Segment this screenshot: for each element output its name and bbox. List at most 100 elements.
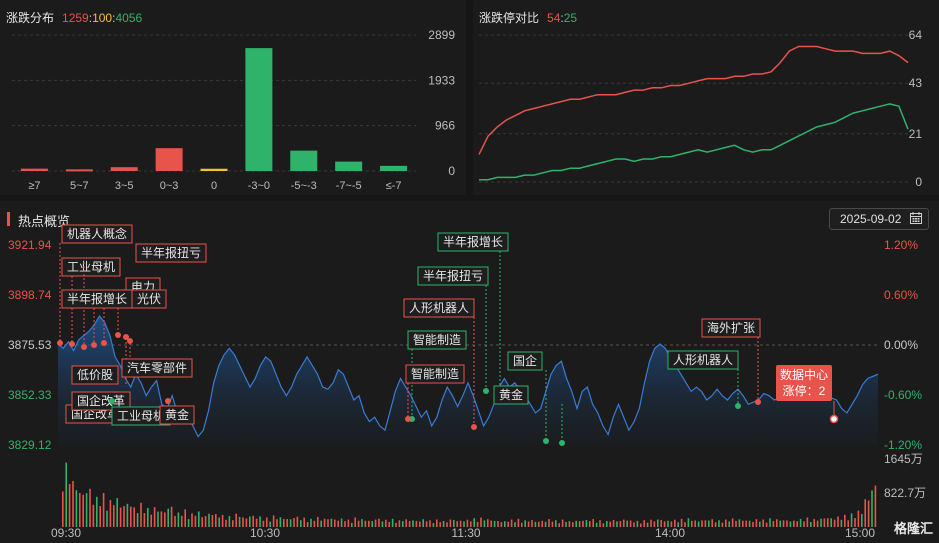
volume-bar <box>735 520 737 527</box>
volume-bar <box>820 518 822 527</box>
volume-bar <box>194 515 197 527</box>
volume-bar <box>408 521 411 527</box>
volume-bar <box>385 519 387 527</box>
x-tick-label: 0 <box>211 180 217 192</box>
volume-bar <box>572 522 574 527</box>
y-left-label: 3921.94 <box>8 238 52 252</box>
volume-bar <box>782 520 785 527</box>
tag-anchor-dot <box>127 338 133 344</box>
volume-bar <box>541 520 543 527</box>
volume-bar <box>364 520 367 527</box>
bar <box>200 168 228 171</box>
volume-bar <box>286 519 288 527</box>
volume-bar <box>599 520 601 527</box>
tag-anchor-dot <box>91 342 97 348</box>
hot-tag-label: 光伏 <box>137 292 161 306</box>
volume-bar <box>395 523 397 527</box>
hot-tag-label: 人形机器人 <box>673 353 733 367</box>
volume-bar <box>198 511 200 527</box>
volume-bar <box>232 520 234 527</box>
volume-bar <box>130 506 132 527</box>
x-time-label: 14:00 <box>655 526 685 540</box>
x-tick-label: 5~7 <box>70 180 89 192</box>
tag-anchor-dot <box>101 340 107 346</box>
volume-bar <box>718 520 720 527</box>
volume-bar <box>728 521 730 527</box>
volume-bar <box>548 519 550 527</box>
volume-bar <box>510 519 513 527</box>
volume-bar <box>313 520 316 527</box>
volume-bar <box>493 520 496 527</box>
volume-bar <box>425 521 428 527</box>
hot-tag-label: 工业母机 <box>67 260 115 274</box>
tag-anchor-dot <box>559 440 565 446</box>
volume-bar <box>215 514 217 527</box>
volume-bar <box>402 521 404 527</box>
volume-bar <box>609 521 611 527</box>
hot-tag-label: 汽车零部件 <box>127 360 187 375</box>
hot-tag-label: 海外扩张 <box>707 320 755 335</box>
volume-bar <box>296 516 299 527</box>
volume-bar <box>687 518 690 527</box>
tag-anchor-dot <box>471 424 477 430</box>
volume-bar <box>323 518 326 527</box>
volume-bar <box>837 516 839 527</box>
volume-bar <box>799 518 802 527</box>
volume-bar <box>123 506 125 527</box>
y-tick-label: 43 <box>909 76 923 90</box>
volume-bar <box>136 513 139 527</box>
limit-line-chart: 64 43 21 0 <box>478 28 923 189</box>
volume-bar <box>725 519 727 527</box>
hot-tag-label: 半年报扭亏 <box>423 268 483 283</box>
volume-bar <box>422 519 424 527</box>
y-right-label: 0.60% <box>884 288 918 302</box>
tooltip-dot <box>829 414 839 424</box>
volume-bar <box>864 499 866 527</box>
volume-bar <box>337 520 339 527</box>
volume-bar <box>745 520 747 527</box>
volume-bar <box>742 520 744 527</box>
volume-bar <box>602 523 605 527</box>
volume-bar <box>160 511 163 527</box>
volume-bar <box>82 494 84 527</box>
x-tick-label: ≥7 <box>28 180 40 192</box>
x-time-label: 15:00 <box>845 526 875 540</box>
volume-bar <box>714 522 717 527</box>
volume-bar <box>242 517 244 527</box>
volume-bar <box>762 519 764 527</box>
volume-bar <box>68 484 71 527</box>
volume-bar <box>446 522 448 527</box>
volume-bar <box>245 518 248 527</box>
volume-bar <box>113 505 115 527</box>
volume-bar <box>643 520 645 527</box>
volume-bar <box>779 520 781 527</box>
volume-bar <box>439 522 441 527</box>
volume-bar <box>772 521 775 527</box>
volume-bar <box>765 522 768 527</box>
hot-tag-label: 国企 <box>513 353 537 368</box>
volume-bar <box>582 520 584 527</box>
volume-bar <box>153 507 156 527</box>
volume-bar <box>62 491 64 527</box>
volume-bar <box>330 518 333 527</box>
volume-bar <box>75 490 78 527</box>
volume-bar <box>646 522 649 527</box>
series-line <box>478 45 909 155</box>
y-right-label: -1.20% <box>884 438 922 452</box>
y-right-label: -0.60% <box>884 388 922 402</box>
volume-bar <box>500 522 503 527</box>
volume-bar <box>133 507 135 527</box>
volume-bar <box>306 522 309 527</box>
volume-bar <box>126 503 129 527</box>
hot-overview-panel: 热点概览 2025-09-02 3921.94 1.20% 3898.74 0.60%… <box>0 201 939 543</box>
bar <box>335 161 363 171</box>
volume-bar <box>429 520 431 527</box>
hot-tag-label: 国企改革 <box>77 393 125 408</box>
volume-bar <box>867 500 870 527</box>
volume-bar <box>167 508 169 527</box>
tag-anchor-dot <box>483 388 489 394</box>
tag-anchor-dot <box>755 399 761 405</box>
volume-bar <box>368 520 370 527</box>
volume-bar <box>810 522 812 527</box>
volume-mid-label: 822.7万 <box>884 486 926 500</box>
